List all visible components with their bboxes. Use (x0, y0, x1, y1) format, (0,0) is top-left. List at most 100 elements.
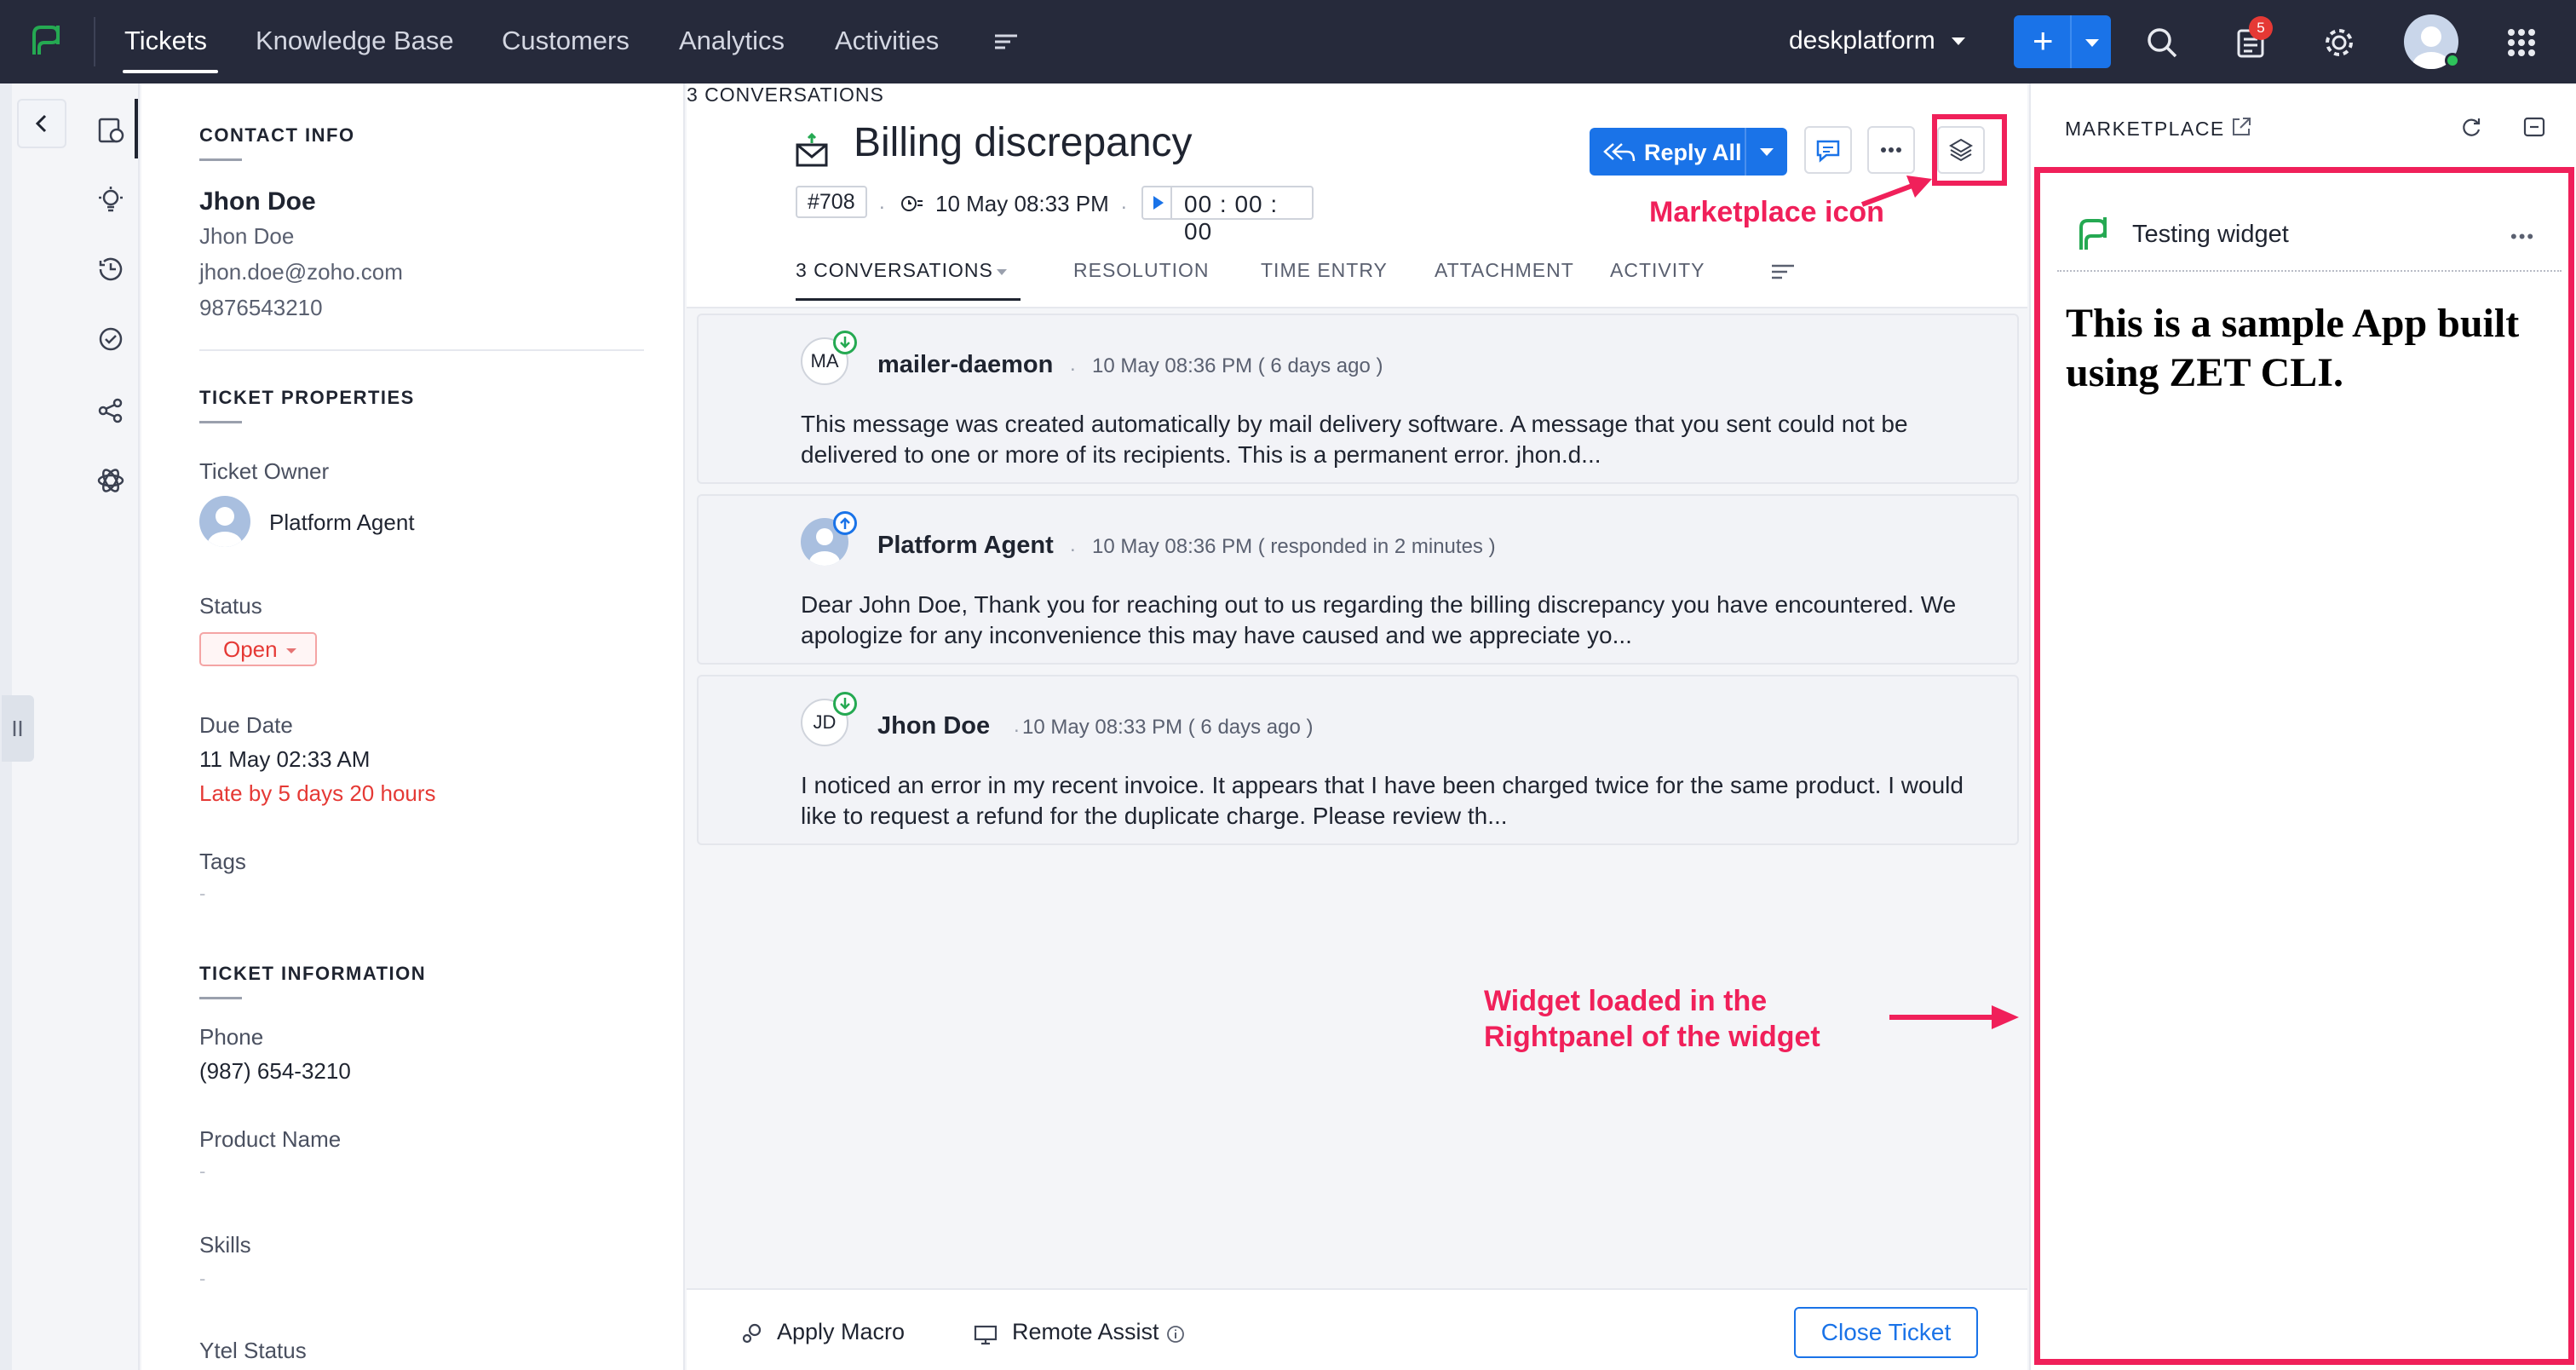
annotation-arrow-icon (1889, 1005, 2019, 1029)
reply-all-button[interactable]: Reply All (1590, 128, 1787, 176)
search-icon[interactable] (2143, 24, 2181, 61)
apply-macro-button[interactable]: Apply Macro (777, 1319, 905, 1345)
comment-button[interactable] (1804, 126, 1852, 174)
ticket-detail-area: Billing discrepancy #708 . 10 May 08:33 … (687, 83, 2027, 1370)
nav-activities[interactable]: Activities (835, 26, 939, 56)
checklist-icon[interactable] (95, 324, 126, 354)
tab-time-entry[interactable]: TIME ENTRY (1261, 259, 1388, 282)
email-channel-icon (796, 133, 828, 167)
external-link-icon[interactable] (2228, 114, 2254, 140)
remote-assist-button[interactable]: Remote Assist (1012, 1319, 1159, 1345)
org-switcher[interactable]: deskplatform (1789, 26, 1935, 55)
widget-name: Testing widget (2132, 221, 2289, 248)
owner-avatar (199, 496, 250, 547)
top-navigation-bar: Tickets Knowledge Base Customers Analyti… (0, 0, 2576, 83)
chevron-down-icon[interactable] (2085, 39, 2099, 47)
tags-value[interactable]: - (199, 883, 205, 905)
tab-conversations[interactable]: 3 CONVERSATIONS (687, 83, 884, 106)
new-item-button[interactable]: + (2014, 15, 2111, 68)
divider (2057, 270, 2562, 272)
nav-tickets[interactable]: Tickets (124, 26, 207, 56)
tab-attachment[interactable]: ATTACHMENT (1435, 259, 1574, 282)
product-name-value[interactable]: - (199, 1160, 205, 1183)
ticket-footer: Apply Macro Remote Assist Close Ticket (687, 1288, 2027, 1370)
phone-label: Phone (199, 1024, 264, 1050)
ticket-title[interactable]: Billing discrepancy (854, 119, 1193, 166)
notification-badge: 5 (2249, 16, 2273, 40)
more-tabs-icon[interactable] (1770, 261, 1796, 283)
conversation-author[interactable]: Jhon Doe (877, 712, 990, 740)
conversation-item[interactable]: JD Jhon Doe . 10 May 08:33 PM ( 6 days a… (697, 675, 2019, 845)
timer-value: 00 : 00 : 00 (1184, 191, 1279, 245)
conversation-preview[interactable]: Dear John Doe, Thank you for reaching ou… (801, 590, 1993, 651)
play-icon[interactable] (1143, 187, 1172, 218)
annotation-arrow-icon (1860, 176, 1932, 207)
due-late-text: Late by 5 days 20 hours (199, 780, 436, 806)
nav-analytics[interactable]: Analytics (679, 26, 785, 56)
conversation-author[interactable]: mailer-daemon (877, 351, 1053, 379)
section-heading-contact: CONTACT INFO (199, 124, 355, 146)
chevron-down-icon[interactable] (1952, 37, 1965, 45)
incoming-email-icon (833, 331, 857, 354)
marketplace-icon-annotation: Marketplace icon (1649, 196, 1884, 228)
more-icon (1881, 147, 1901, 153)
refresh-icon[interactable] (2458, 114, 2484, 140)
contact-email[interactable]: jhon.doe@zoho.com (199, 259, 403, 285)
skills-label: Skills (199, 1232, 251, 1258)
back-button[interactable] (17, 99, 66, 148)
contact-phone[interactable]: 9876543210 (199, 295, 323, 321)
divider (199, 349, 644, 351)
phone-value[interactable]: (987) 654-3210 (199, 1058, 351, 1085)
app-grid-icon[interactable] (2503, 24, 2540, 61)
marketplace-highlight-box (1932, 114, 2007, 186)
chevron-down-icon[interactable] (1760, 148, 1774, 156)
conversation-item[interactable]: Platform Agent . 10 May 08:36 PM ( respo… (697, 494, 2019, 665)
tab-activity[interactable]: ACTIVITY (1610, 259, 1705, 282)
tags-label: Tags (199, 849, 246, 874)
due-date-value[interactable]: 11 May 02:33 AM (199, 746, 370, 773)
nav-knowledge-base[interactable]: Knowledge Base (256, 26, 454, 56)
share-icon[interactable] (95, 395, 126, 426)
right-panel-title: MARKETPLACE (2065, 118, 2225, 140)
conversation-preview[interactable]: I noticed an error in my recent invoice.… (801, 770, 1993, 832)
widget-annotation-line2: Rightpanel of the widget (1484, 1021, 1820, 1053)
ticket-side-icon-bar (78, 83, 140, 1370)
clock-icon (901, 196, 923, 211)
ticket-timer[interactable]: 00 : 00 : 00 (1141, 186, 1314, 245)
panel-collapse-handle[interactable] (2, 695, 34, 762)
skills-value[interactable]: - (199, 1268, 205, 1290)
ticket-properties-icon[interactable] (95, 114, 126, 145)
history-icon[interactable] (95, 254, 126, 285)
contact-name[interactable]: Jhon Doe (199, 187, 316, 216)
info-icon[interactable] (1165, 1324, 1186, 1344)
section-heading-ticket-properties: TICKET PROPERTIES (199, 387, 415, 408)
section-heading-ticket-information: TICKET INFORMATION (199, 963, 427, 984)
ticket-properties-panel: CONTACT INFO Jhon Doe Jhon Doe jhon.doe@… (141, 83, 685, 1370)
integrations-icon[interactable] (95, 465, 126, 496)
tab-conversations[interactable]: 3 CONVERSATIONS (796, 259, 993, 282)
app-logo-icon[interactable] (26, 19, 68, 61)
active-tab-indicator (796, 298, 1021, 301)
status-label: Status (199, 593, 262, 619)
close-ticket-button[interactable]: Close Ticket (1794, 1307, 1978, 1358)
more-menu-icon[interactable] (993, 29, 1019, 55)
ideas-icon[interactable] (95, 184, 126, 215)
conversation-author[interactable]: Platform Agent (877, 532, 1054, 560)
ytel-status-label: Ytel Status (199, 1338, 307, 1363)
contact-subname: Jhon Doe (199, 223, 295, 249)
ticket-id: #708 (796, 186, 867, 218)
conversation-preview[interactable]: This message was created automatically b… (801, 409, 1993, 470)
reply-all-label: Reply All (1644, 140, 1742, 165)
settings-icon[interactable] (2320, 24, 2358, 61)
minimize-panel-icon[interactable] (2521, 114, 2547, 140)
tab-resolution[interactable]: RESOLUTION (1073, 259, 1210, 282)
nav-customers[interactable]: Customers (502, 26, 630, 56)
ticket-owner-name[interactable]: Platform Agent (269, 509, 415, 536)
due-date-label: Due Date (199, 712, 293, 738)
widget-more-icon[interactable]: ••• (2510, 226, 2535, 248)
conversation-item[interactable]: MA mailer-daemon . 10 May 08:36 PM ( 6 d… (697, 314, 2019, 484)
more-actions-button[interactable] (1867, 126, 1915, 174)
chevron-down-icon[interactable] (997, 269, 1007, 275)
status-dropdown[interactable]: Open (199, 632, 317, 666)
ticket-created-date: 10 May 08:33 PM (935, 191, 1109, 216)
